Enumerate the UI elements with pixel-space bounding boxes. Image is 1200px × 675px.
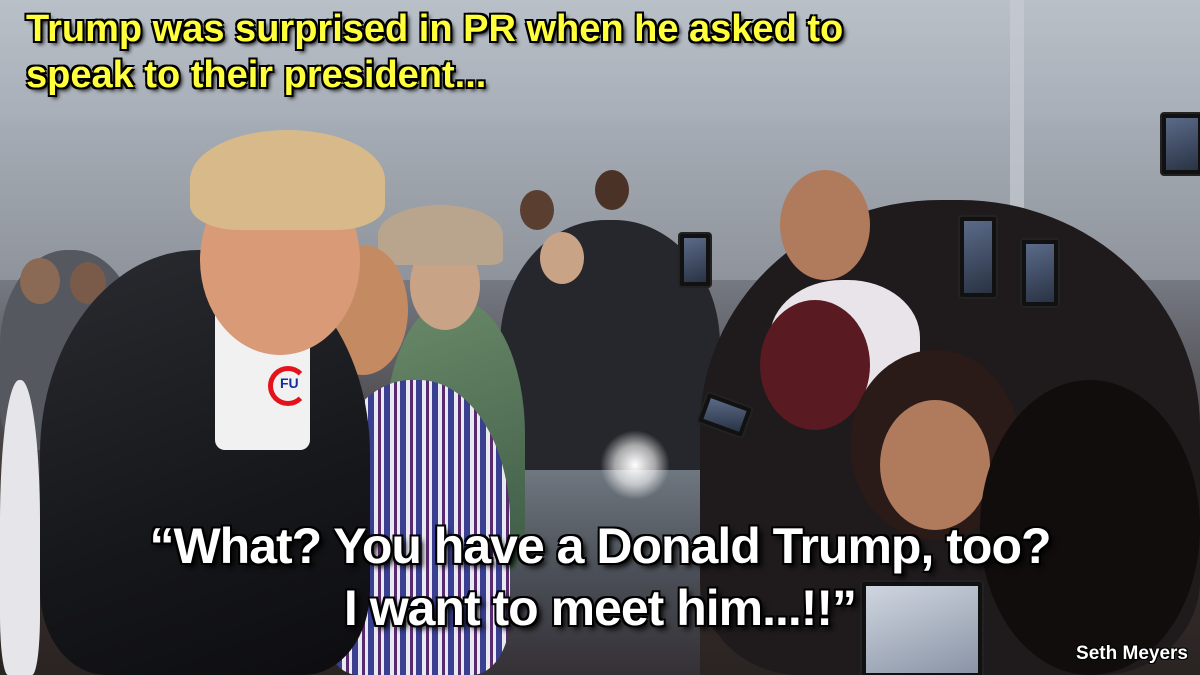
crowd-head bbox=[595, 170, 629, 210]
headline-line-1: Trump was surprised in PR when he asked … bbox=[26, 8, 844, 50]
phone-icon bbox=[1020, 238, 1060, 308]
quote-line-2: I want to meet him...!!” bbox=[343, 580, 857, 636]
phone-icon bbox=[1160, 112, 1200, 176]
crowd-head bbox=[760, 300, 870, 430]
phone-icon bbox=[678, 232, 712, 288]
crowd-head bbox=[540, 232, 584, 284]
white-sleeve bbox=[0, 380, 40, 675]
baseball-cap bbox=[378, 205, 503, 265]
light-flare bbox=[600, 430, 670, 500]
credit-label: Seth Meyers bbox=[1076, 643, 1188, 664]
crowd-head bbox=[780, 170, 870, 280]
phone-icon bbox=[958, 215, 998, 299]
headline-caption: Trump was surprised in PR when he asked … bbox=[26, 6, 1176, 98]
crowd-face bbox=[880, 400, 990, 530]
crowd-head bbox=[20, 258, 60, 304]
cfu-logo-text: FU bbox=[280, 375, 299, 391]
meme-image: FU Trump was surprised in PR when he ask… bbox=[0, 0, 1200, 675]
crowd-head bbox=[520, 190, 554, 230]
headline-line-2: speak to their president... bbox=[26, 54, 487, 96]
quote-caption: “What? You have a Donald Trump, too? I w… bbox=[40, 515, 1160, 639]
quote-line-1: “What? You have a Donald Trump, too? bbox=[149, 518, 1051, 574]
hair bbox=[190, 130, 385, 230]
